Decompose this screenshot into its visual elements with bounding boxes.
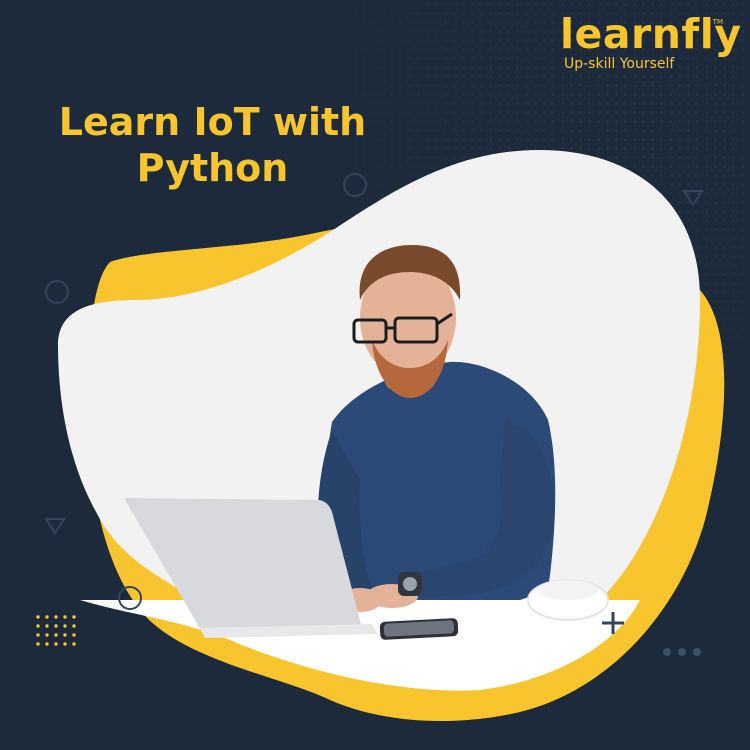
brand-name: learnfly xyxy=(560,10,742,58)
brand-logo: learnfly Up-skill Yourself TM xyxy=(560,10,742,72)
three-dots-icon xyxy=(663,648,701,656)
title-line-2: Python xyxy=(136,145,289,190)
title-line-1: Learn IoT with xyxy=(58,100,367,144)
brand-tagline: Up-skill Yourself xyxy=(564,56,675,72)
coffee-cup xyxy=(527,579,609,621)
page-title: Learn IoT with Python xyxy=(40,100,385,191)
trademark-mark: TM xyxy=(712,18,723,26)
promo-banner: learnfly Up-skill Yourself TM Learn IoT … xyxy=(0,0,750,750)
